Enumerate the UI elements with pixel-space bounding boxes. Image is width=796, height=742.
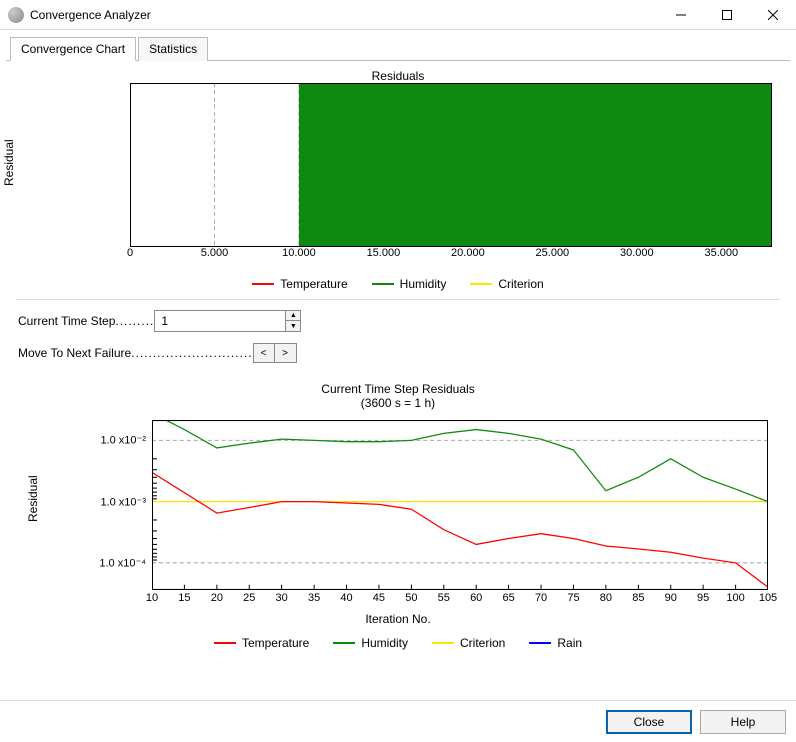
- tab-convergence-chart[interactable]: Convergence Chart: [10, 37, 136, 61]
- bot-chart-ylabel: Residual: [26, 475, 40, 522]
- ytick: 1.0 x10⁻⁴: [99, 556, 146, 569]
- window-title: Convergence Analyzer: [30, 8, 658, 22]
- xtick: 100: [726, 592, 744, 604]
- timestep-spinner[interactable]: ▲ ▼: [154, 310, 301, 332]
- xtick: 30: [276, 592, 288, 604]
- timestep-spin-down[interactable]: ▼: [286, 321, 300, 331]
- bot-chart-title: Current Time Step Residuals: [16, 382, 780, 396]
- xtick: 60: [470, 592, 482, 604]
- xtick: 20: [211, 592, 223, 604]
- legend-label: Criterion: [498, 277, 543, 291]
- legend-humidity: Humidity: [372, 277, 447, 291]
- timestep-residuals-chart: Current Time Step Residuals (3600 s = 1 …: [16, 380, 780, 650]
- top-chart-ylabel: Residual: [2, 139, 16, 186]
- bot-chart-plot: [152, 420, 768, 590]
- xtick: 5.000: [201, 247, 229, 259]
- tab-bar: Convergence Chart Statistics: [6, 36, 790, 61]
- legend-temperature: Temperature: [214, 636, 309, 650]
- legend-label: Humidity: [361, 636, 408, 650]
- xtick: 50: [405, 592, 417, 604]
- xtick: 45: [373, 592, 385, 604]
- bot-chart-legend: Temperature Humidity Criterion Rain: [16, 634, 780, 650]
- legend-label: Rain: [557, 636, 582, 650]
- bot-chart-subtitle: (3600 s = 1 h): [16, 396, 780, 410]
- timestep-spin-up[interactable]: ▲: [286, 311, 300, 321]
- app-icon: [8, 7, 24, 23]
- failure-next-button[interactable]: >: [275, 343, 297, 363]
- separator: [16, 299, 780, 300]
- help-button[interactable]: Help: [700, 710, 786, 734]
- timestep-input[interactable]: [155, 311, 285, 331]
- bot-chart-xaxis: 10 15 20 25 30 35 40 45 50 55 60 65 70 7…: [152, 592, 768, 608]
- xtick: 55: [438, 592, 450, 604]
- legend-label: Temperature: [242, 636, 309, 650]
- xtick: 10.000: [282, 247, 316, 259]
- tab-statistics[interactable]: Statistics: [138, 37, 208, 61]
- xtick: 15: [178, 592, 190, 604]
- controls: Current Time Step......... ▲ ▼ Move To N…: [12, 308, 784, 380]
- xtick: 25.000: [536, 247, 570, 259]
- top-chart-legend: Temperature Humidity Criterion: [16, 275, 780, 291]
- legend-temperature: Temperature: [252, 277, 347, 291]
- title-bar: Convergence Analyzer: [0, 0, 796, 30]
- top-chart-title: Residuals: [16, 67, 780, 83]
- ytick: 1.0 x10⁻³: [100, 495, 146, 508]
- legend-label: Humidity: [400, 277, 447, 291]
- xtick: 65: [502, 592, 514, 604]
- legend-rain: Rain: [529, 636, 582, 650]
- xtick: 105: [759, 592, 777, 604]
- xtick: 40: [340, 592, 352, 604]
- xtick: 0: [127, 247, 133, 259]
- legend-criterion: Criterion: [432, 636, 505, 650]
- top-chart-xaxis: 0 5.000 10.000 15.000 20.000 25.000 30.0…: [130, 247, 772, 263]
- legend-label: Criterion: [460, 636, 505, 650]
- failure-prev-button[interactable]: <: [253, 343, 275, 363]
- xtick: 35: [308, 592, 320, 604]
- xtick: 35.000: [705, 247, 739, 259]
- xtick: 95: [697, 592, 709, 604]
- close-button[interactable]: Close: [606, 710, 692, 734]
- xtick: 10: [146, 592, 158, 604]
- footer: Close Help: [0, 700, 796, 742]
- xtick: 20.000: [451, 247, 485, 259]
- ytick: 1.0 x10⁻²: [100, 434, 146, 447]
- xtick: 80: [600, 592, 612, 604]
- close-window-button[interactable]: [750, 0, 796, 30]
- minimize-button[interactable]: [658, 0, 704, 30]
- legend-humidity: Humidity: [333, 636, 408, 650]
- bot-chart-xlabel: Iteration No.: [16, 612, 780, 626]
- xtick: 75: [567, 592, 579, 604]
- bot-chart-yaxis: 1.0 x10⁻² 1.0 x10⁻³ 1.0 x10⁻⁴: [90, 420, 152, 590]
- xtick: 90: [665, 592, 677, 604]
- failure-label: Move To Next Failure....................…: [18, 346, 253, 360]
- timestep-label: Current Time Step.........: [18, 314, 154, 328]
- xtick: 25: [243, 592, 255, 604]
- top-chart-plot: [130, 83, 772, 247]
- xtick: 15.000: [367, 247, 401, 259]
- xtick: 70: [535, 592, 547, 604]
- xtick: 30.000: [620, 247, 654, 259]
- legend-label: Temperature: [280, 277, 347, 291]
- legend-criterion: Criterion: [470, 277, 543, 291]
- maximize-button[interactable]: [704, 0, 750, 30]
- residuals-overview-chart: Residuals Residual: [16, 67, 780, 291]
- xtick: 85: [632, 592, 644, 604]
